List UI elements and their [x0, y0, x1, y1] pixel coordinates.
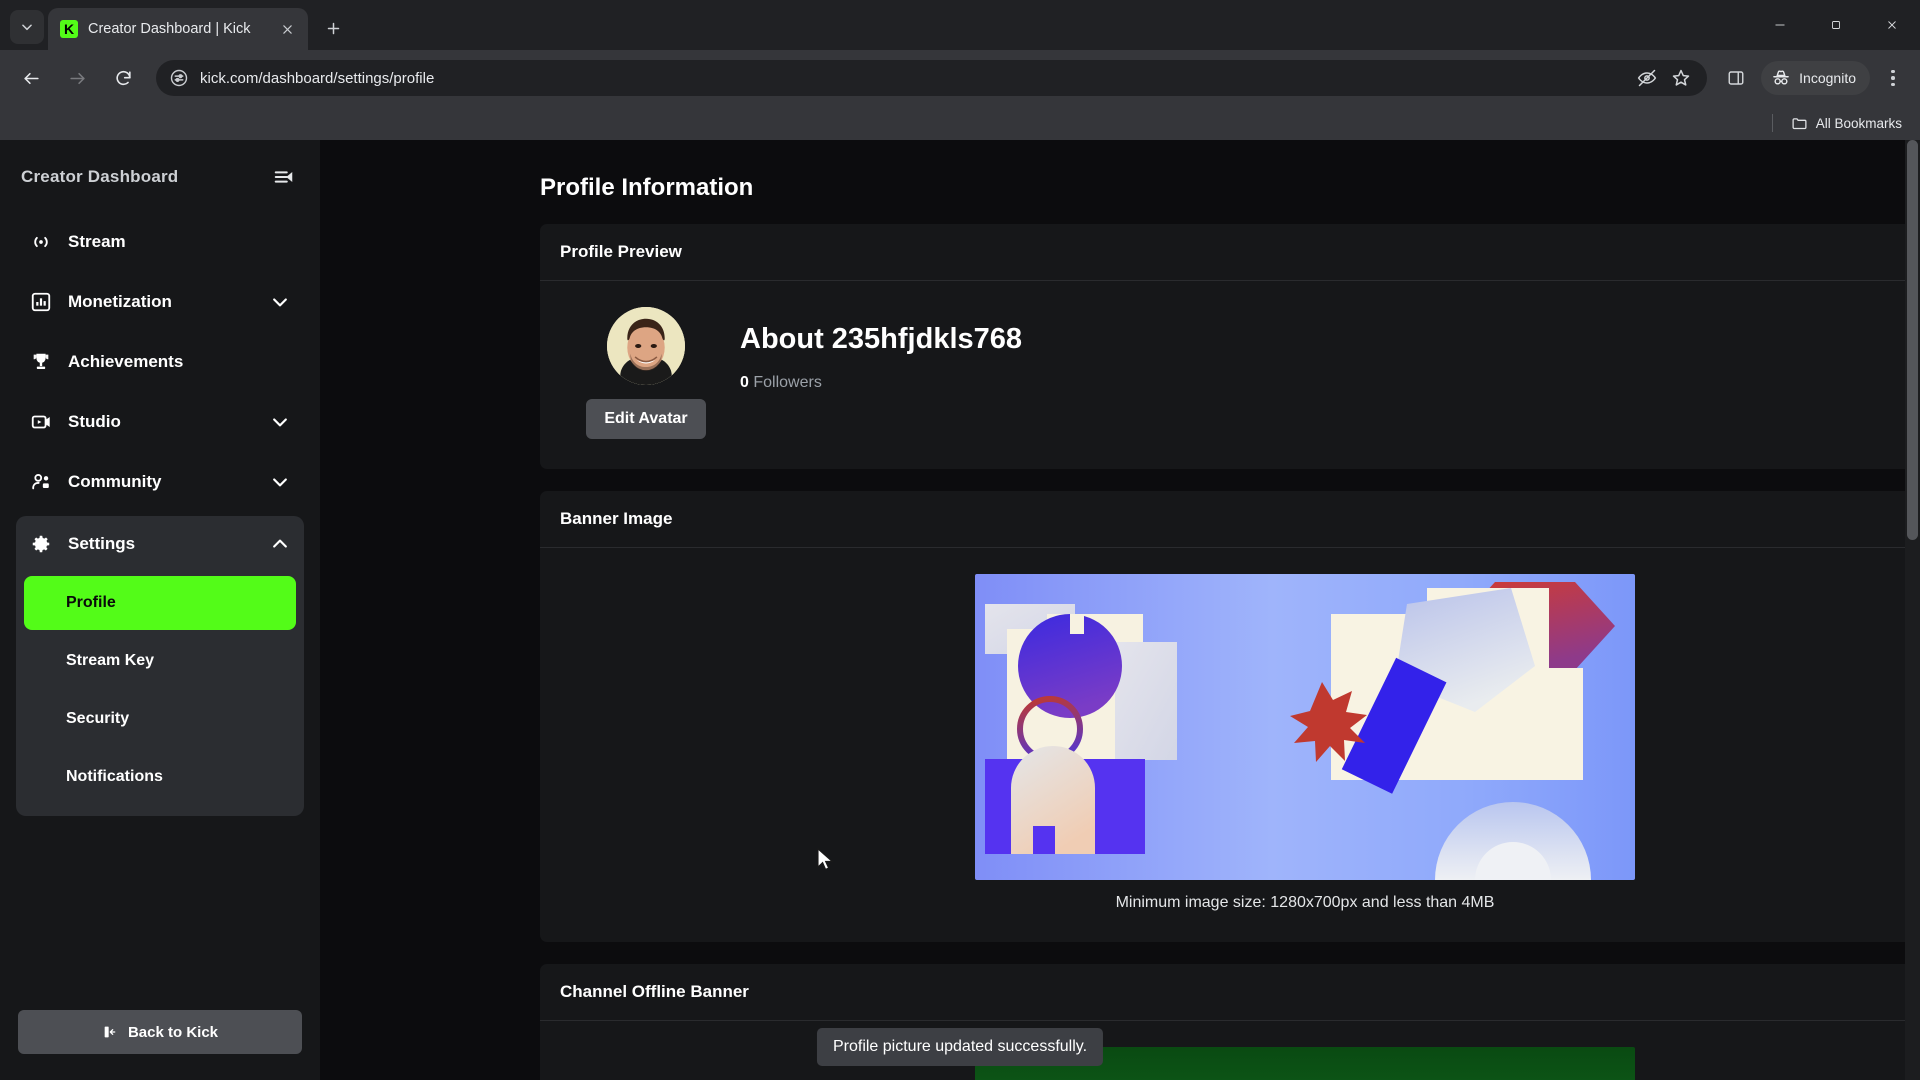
- people-icon: [30, 471, 52, 493]
- side-panel-icon[interactable]: [1719, 61, 1753, 95]
- back-to-kick-label: Back to Kick: [127, 1023, 219, 1041]
- tracking-protection-icon[interactable]: [1637, 68, 1657, 88]
- broadcast-icon: [30, 231, 52, 253]
- sidebar-settings-group: Settings Profile Stream Key Security Not…: [16, 516, 304, 816]
- sidebar-item-label: Studio: [68, 412, 121, 431]
- sidebar-item-label: Community: [68, 472, 162, 491]
- omnibox-actions: [1637, 68, 1693, 88]
- profile-preview-title: Profile Preview: [540, 224, 1920, 281]
- sidebar-item-notifications[interactable]: Notifications: [24, 750, 296, 804]
- sidebar-nav: Stream Monetization Achievements Studio …: [16, 214, 304, 816]
- user-avatar: [607, 307, 685, 385]
- tab-strip: K Creator Dashboard | Kick: [0, 0, 1920, 50]
- collapse-sidebar-icon[interactable]: [269, 162, 299, 192]
- creator-dashboard-sidebar: Creator Dashboard Stream Monetization Ac…: [0, 140, 320, 1080]
- trophy-icon: [30, 351, 52, 373]
- bar-chart-icon: [30, 291, 52, 313]
- window-close-icon[interactable]: [1864, 0, 1920, 50]
- sidebar-footer: Back to Kick: [16, 1010, 304, 1080]
- banner-image-body: Minimum image size: 1280x700px and less …: [540, 548, 1920, 942]
- exit-icon: [102, 1024, 118, 1040]
- main-content: Profile Information Profile Preview Edit…: [320, 140, 1920, 1080]
- incognito-label: Incognito: [1799, 70, 1856, 86]
- gear-icon: [30, 533, 52, 555]
- maximize-icon[interactable]: [1808, 0, 1864, 50]
- chevron-down-icon[interactable]: [270, 412, 290, 432]
- sidebar-item-label: Settings: [68, 534, 136, 553]
- sidebar-item-studio[interactable]: Studio: [16, 394, 304, 450]
- banner-image-card: Banner Image Minimum image size: 1280x70…: [540, 491, 1920, 942]
- profile-preview-card: Profile Preview Edit Avatar About 235hfj…: [540, 224, 1920, 469]
- chevron-up-icon[interactable]: [270, 534, 290, 554]
- about-channel-name: About 235hfjdkls768: [740, 323, 1023, 355]
- profile-text-column: About 235hfjdkls768 0 Followers: [740, 307, 1022, 392]
- sidebar-subitem-label: Profile: [66, 594, 116, 611]
- chrome-menu-icon[interactable]: [1876, 61, 1910, 95]
- back-icon[interactable]: [14, 61, 48, 95]
- new-tab-icon[interactable]: [316, 11, 350, 45]
- profile-preview-body: Edit Avatar About 235hfjdkls768 0 Follow…: [540, 281, 1920, 469]
- back-to-kick-button[interactable]: Back to Kick: [18, 1010, 302, 1054]
- sidebar-item-label: Stream: [68, 232, 126, 251]
- sidebar-item-label: Achievements: [68, 352, 184, 371]
- followers-row: 0 Followers: [740, 374, 1022, 392]
- sidebar-item-monetization[interactable]: Monetization: [16, 274, 304, 330]
- browser-toolbar: kick.com/dashboard/settings/profile Inco…: [0, 50, 1920, 106]
- video-icon: [30, 411, 52, 433]
- chevron-down-icon[interactable]: [270, 292, 290, 312]
- all-bookmarks-button[interactable]: All Bookmarks: [1791, 115, 1902, 132]
- sidebar-item-community[interactable]: Community: [16, 454, 304, 510]
- sidebar-item-label: Monetization: [68, 292, 172, 311]
- sidebar-header: Creator Dashboard: [16, 140, 304, 214]
- page-content: Creator Dashboard Stream Monetization Ac…: [0, 140, 1920, 1080]
- page-title: Profile Information: [540, 174, 754, 201]
- channel-offline-banner-title: Channel Offline Banner: [540, 964, 1920, 1021]
- sidebar-item-profile[interactable]: Profile: [24, 576, 296, 630]
- browser-window: K Creator Dashboard | Kick kick.com/dash…: [0, 0, 1920, 1080]
- chevron-down-icon[interactable]: [270, 472, 290, 492]
- page-scrollbar[interactable]: [1905, 140, 1920, 1080]
- channel-offline-banner-body: [540, 1021, 1920, 1080]
- sidebar-item-stream-key[interactable]: Stream Key: [24, 634, 296, 688]
- kick-favicon: K: [60, 20, 78, 38]
- site-settings-icon[interactable]: [170, 69, 188, 87]
- close-icon[interactable]: [276, 18, 298, 40]
- forward-icon[interactable]: [60, 61, 94, 95]
- followers-count: 0: [740, 374, 749, 391]
- sidebar-item-stream[interactable]: Stream: [16, 214, 304, 270]
- sidebar-item-settings[interactable]: Settings: [16, 516, 304, 572]
- channel-offline-banner-card: Channel Offline Banner: [540, 964, 1920, 1080]
- bookmarks-bar: All Bookmarks: [0, 106, 1920, 140]
- banner-size-note: Minimum image size: 1280x700px and less …: [1115, 894, 1495, 911]
- banner-preview-image[interactable]: [975, 574, 1635, 880]
- edit-avatar-button[interactable]: Edit Avatar: [586, 399, 706, 439]
- minimize-icon[interactable]: [1752, 0, 1808, 50]
- window-controls: [1752, 0, 1920, 50]
- main-inner: Profile Information Profile Preview Edit…: [540, 174, 1920, 1080]
- bookmarks-divider: [1771, 114, 1773, 132]
- banner-image-title: Banner Image: [540, 491, 1920, 548]
- url-text[interactable]: kick.com/dashboard/settings/profile: [200, 70, 1625, 87]
- sidebar-subitem-label: Stream Key: [66, 652, 155, 669]
- all-bookmarks-label: All Bookmarks: [1815, 115, 1902, 131]
- address-bar[interactable]: kick.com/dashboard/settings/profile: [156, 60, 1708, 96]
- incognito-indicator[interactable]: Incognito: [1761, 61, 1870, 95]
- followers-label: Followers: [753, 374, 822, 391]
- avatar-column: Edit Avatar: [580, 307, 712, 439]
- sidebar-subitem-label: Notifications: [66, 768, 163, 785]
- sidebar-item-security[interactable]: Security: [24, 692, 296, 746]
- sidebar-title: Creator Dashboard: [21, 167, 179, 186]
- scrollbar-thumb[interactable]: [1907, 140, 1918, 540]
- sidebar-item-achievements[interactable]: Achievements: [16, 334, 304, 390]
- toast-notification: Profile picture updated successfully.: [816, 1028, 1104, 1066]
- tab-title: Creator Dashboard | Kick: [88, 21, 251, 37]
- reload-icon[interactable]: [106, 61, 140, 95]
- sidebar-subitem-label: Security: [66, 710, 130, 727]
- browser-tab[interactable]: K Creator Dashboard | Kick: [48, 8, 308, 50]
- bookmark-star-icon[interactable]: [1671, 68, 1691, 88]
- tab-search-icon[interactable]: [10, 10, 44, 44]
